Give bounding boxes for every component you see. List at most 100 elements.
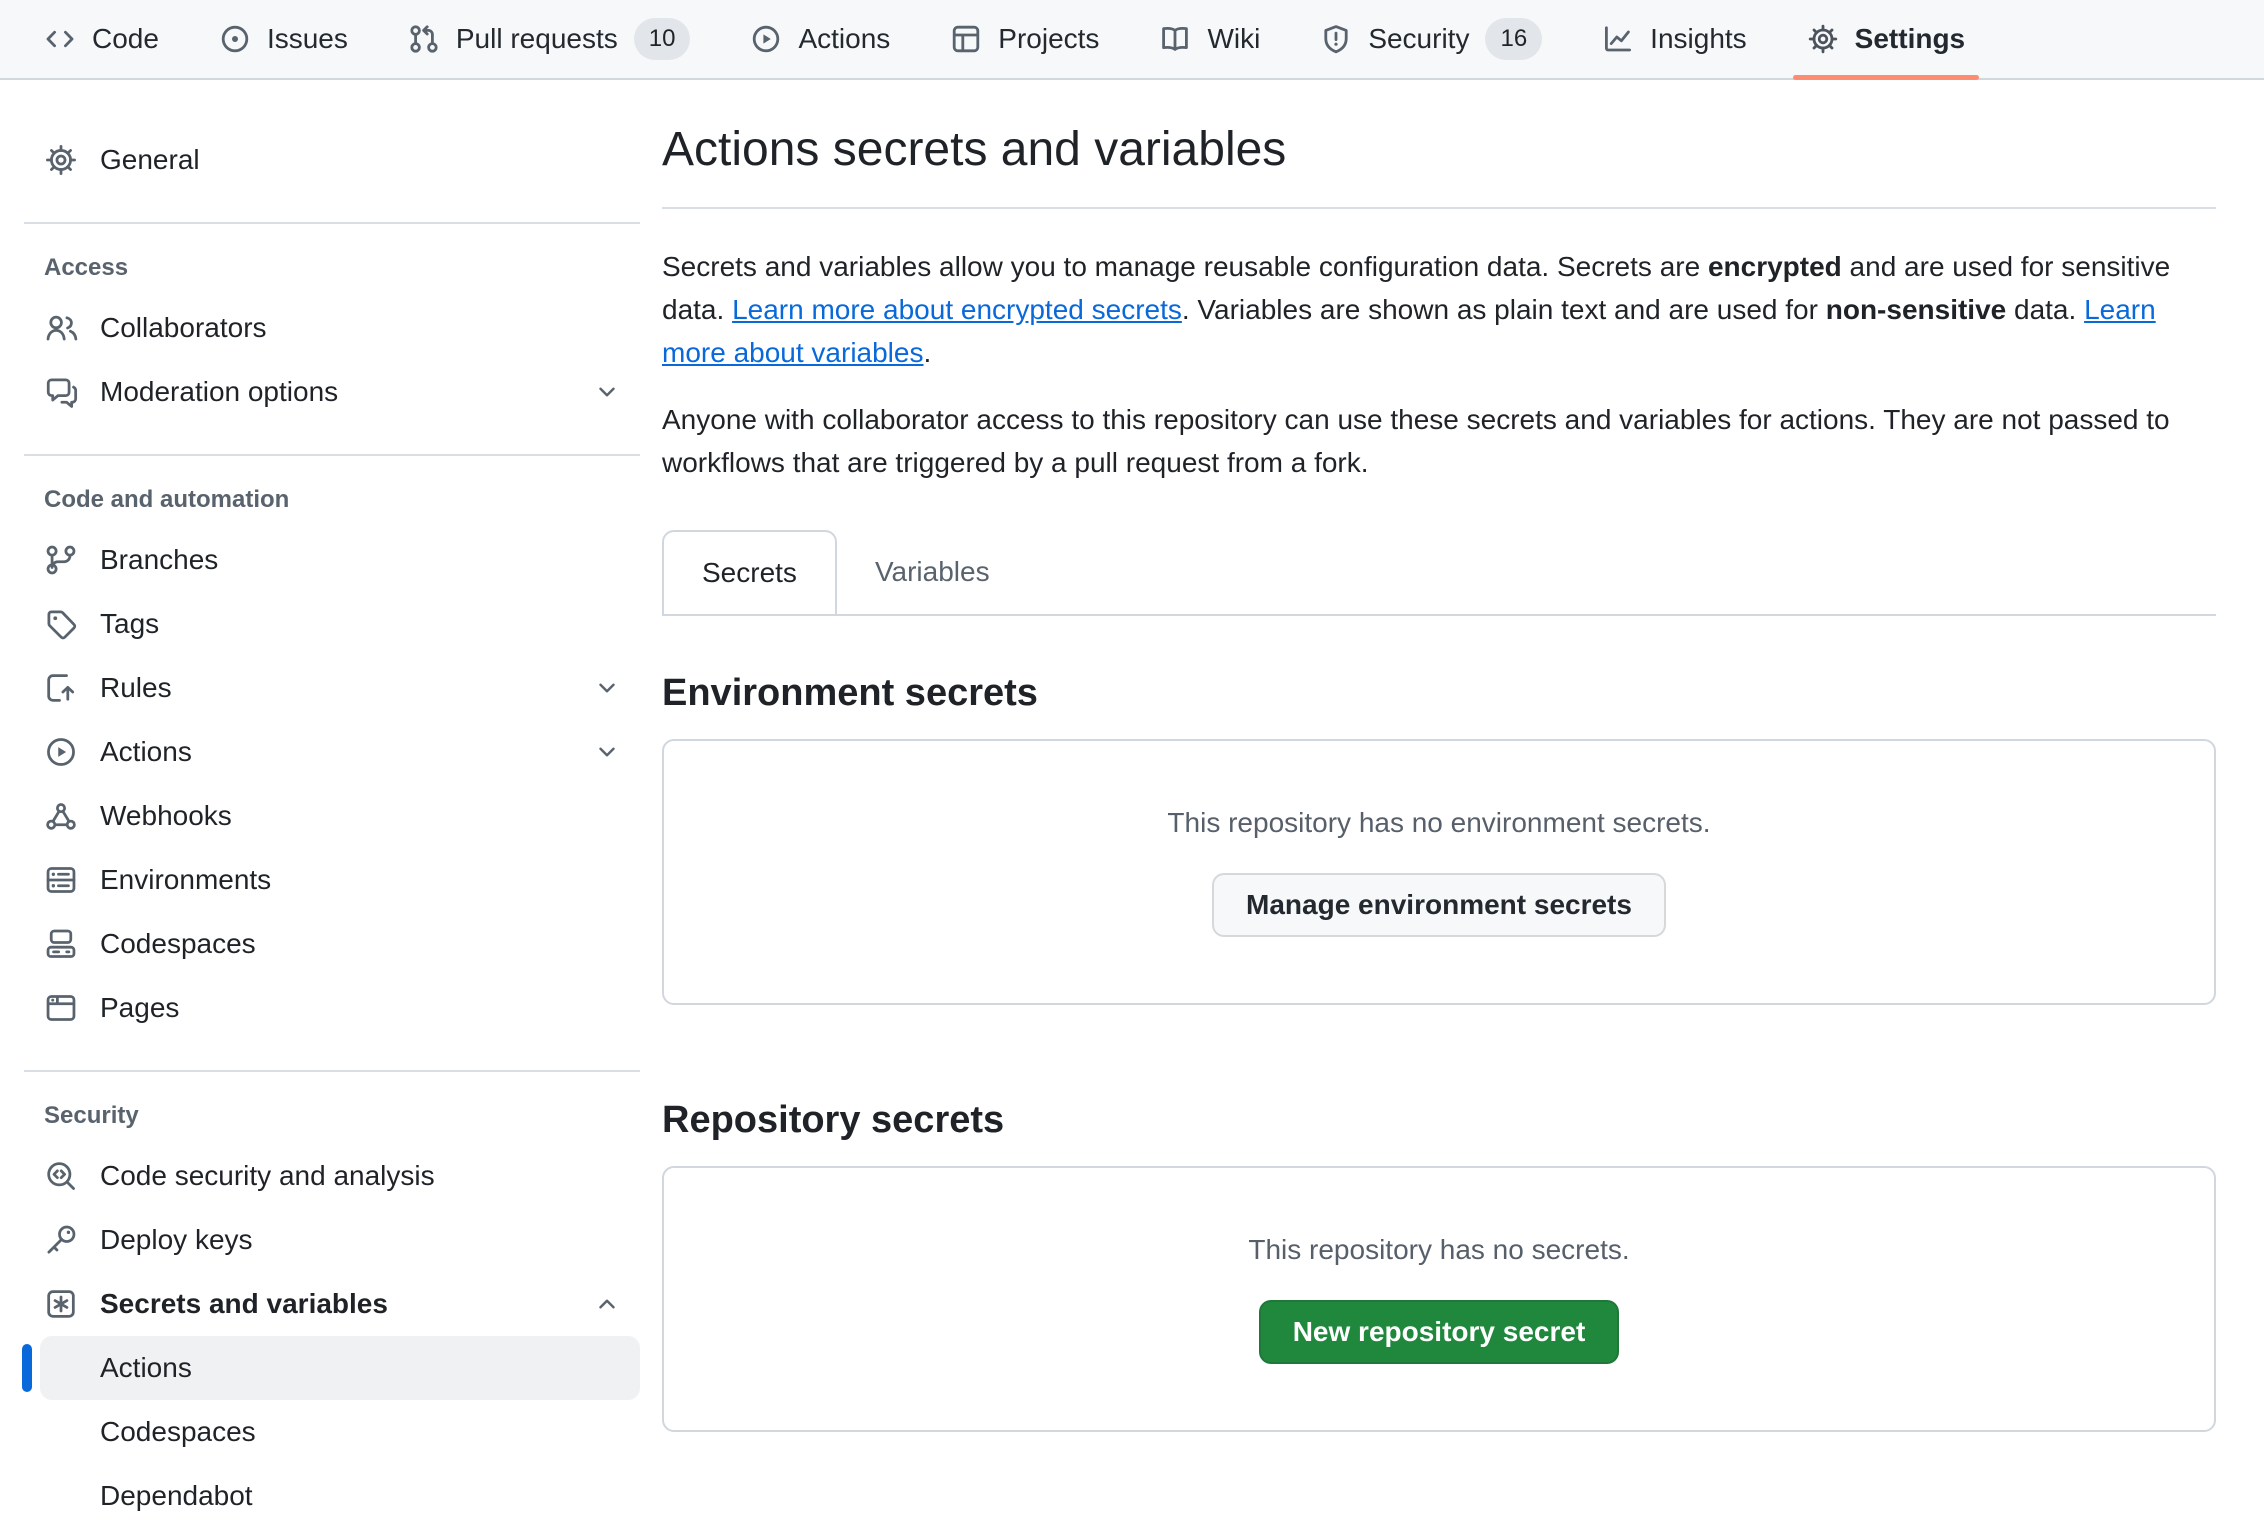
collaborator-paragraph: Anyone with collaborator access to this …	[662, 398, 2216, 484]
main-content: Actions secrets and variables Secrets an…	[662, 80, 2216, 1432]
repo-nav: Code Issues Pull requests 10 Actions Pro…	[0, 0, 2264, 80]
tab-security[interactable]: Security 16	[1296, 0, 1566, 78]
rules-icon	[44, 671, 78, 705]
tab-wiki[interactable]: Wiki	[1135, 0, 1284, 78]
chevron-down-icon	[594, 379, 620, 405]
sidebar-item-label: Branches	[100, 544, 218, 576]
sidebar-item-deploy-keys[interactable]: Deploy keys	[24, 1208, 640, 1272]
sidebar-section-code-and-automation: Code and automation	[24, 486, 640, 514]
gear-icon	[1807, 23, 1839, 55]
codescan-icon	[44, 1159, 78, 1193]
sidebar-item-codespaces[interactable]: Codespaces	[24, 912, 640, 976]
security-count-badge: 16	[1485, 18, 1542, 60]
sidebar-item-rules[interactable]: Rules	[24, 656, 640, 720]
tag-icon	[44, 607, 78, 641]
chevron-down-icon	[594, 739, 620, 765]
link-encrypted-secrets[interactable]: Learn more about encrypted secrets	[732, 294, 1182, 325]
repository-secrets-empty-text: This repository has no secrets.	[1248, 1234, 1629, 1266]
sidebar-item-pages[interactable]: Pages	[24, 976, 640, 1040]
tab-label: Projects	[998, 23, 1099, 55]
sidebar-item-code-security[interactable]: Code security and analysis	[24, 1144, 640, 1208]
environment-secrets-empty-text: This repository has no environment secre…	[1167, 807, 1710, 839]
tab-label: Insights	[1650, 23, 1747, 55]
sidebar-subitem-dependabot[interactable]: Dependabot	[40, 1464, 640, 1528]
new-repository-secret-button[interactable]: New repository secret	[1259, 1300, 1620, 1364]
code-icon	[44, 23, 76, 55]
tab-settings[interactable]: Settings	[1783, 0, 1989, 78]
tab-secrets[interactable]: Secrets	[662, 530, 837, 614]
intro-bold-encrypted: encrypted	[1708, 251, 1842, 282]
sidebar-item-label: Webhooks	[100, 800, 232, 832]
asterisk-box-icon	[44, 1287, 78, 1321]
sidebar-item-label: Pages	[100, 992, 179, 1024]
book-icon	[1159, 23, 1191, 55]
tab-pull-requests[interactable]: Pull requests 10	[384, 0, 715, 78]
play-circle-icon	[44, 735, 78, 769]
server-icon	[44, 863, 78, 897]
sidebar-item-label: Codespaces	[100, 928, 256, 960]
tab-label: Security	[1368, 23, 1469, 55]
settings-sidebar: General Access Collaborators Moderation …	[0, 80, 662, 1528]
sidebar-item-webhooks[interactable]: Webhooks	[24, 784, 640, 848]
page-title: Actions secrets and variables	[662, 122, 2216, 177]
intro-paragraph: Secrets and variables allow you to manag…	[662, 245, 2216, 374]
manage-environment-secrets-button[interactable]: Manage environment secrets	[1212, 873, 1666, 937]
divider	[662, 207, 2216, 209]
chevron-up-icon	[594, 1291, 620, 1317]
intro-text: .	[923, 337, 931, 368]
tab-actions[interactable]: Actions	[726, 0, 914, 78]
tab-label: Code	[92, 23, 159, 55]
intro-text: . Variables are shown as plain text and …	[1182, 294, 1826, 325]
sidebar-subitem-actions[interactable]: Actions	[40, 1336, 640, 1400]
sidebar-item-label: Actions	[100, 736, 192, 768]
sidebar-item-label: Tags	[100, 608, 159, 640]
tab-label: Wiki	[1207, 23, 1260, 55]
intro-text: Secrets and variables allow you to manag…	[662, 251, 1708, 282]
sidebar-subitem-codespaces[interactable]: Codespaces	[40, 1400, 640, 1464]
shield-icon	[1320, 23, 1352, 55]
sidebar-section-access: Access	[24, 254, 640, 282]
sidebar-item-label: Secrets and variables	[100, 1288, 388, 1320]
tab-label: Actions	[798, 23, 890, 55]
intro-bold-non-sensitive: non-sensitive	[1826, 294, 2006, 325]
divider	[24, 454, 640, 456]
repository-secrets-heading: Repository secrets	[662, 1099, 2216, 1142]
sidebar-item-secrets-and-variables[interactable]: Secrets and variables	[24, 1272, 640, 1336]
tab-projects[interactable]: Projects	[926, 0, 1123, 78]
tab-issues[interactable]: Issues	[195, 0, 372, 78]
table-icon	[950, 23, 982, 55]
sidebar-item-general[interactable]: General	[24, 128, 640, 192]
pull-requests-count-badge: 10	[634, 18, 691, 60]
sidebar-item-label: Code security and analysis	[100, 1160, 435, 1192]
codespaces-icon	[44, 927, 78, 961]
people-icon	[44, 311, 78, 345]
sidebar-item-environments[interactable]: Environments	[24, 848, 640, 912]
tab-label: Pull requests	[456, 23, 618, 55]
key-icon	[44, 1223, 78, 1257]
comment-discussion-icon	[44, 375, 78, 409]
browser-icon	[44, 991, 78, 1025]
chevron-down-icon	[594, 675, 620, 701]
tab-code[interactable]: Code	[20, 0, 183, 78]
sidebar-item-branches[interactable]: Branches	[24, 528, 640, 592]
sidebar-subitem-label: Codespaces	[100, 1416, 256, 1448]
gear-icon	[44, 143, 78, 177]
sidebar-item-collaborators[interactable]: Collaborators	[24, 296, 640, 360]
git-branch-icon	[44, 543, 78, 577]
tab-label: Issues	[267, 23, 348, 55]
sidebar-item-moderation-options[interactable]: Moderation options	[24, 360, 640, 424]
tab-insights[interactable]: Insights	[1578, 0, 1771, 78]
tab-variables[interactable]: Variables	[837, 530, 1028, 614]
sidebar-item-label: Environments	[100, 864, 271, 896]
sidebar-item-tags[interactable]: Tags	[24, 592, 640, 656]
play-circle-icon	[750, 23, 782, 55]
sidebar-subitem-label: Dependabot	[100, 1480, 253, 1512]
sidebar-item-label: Rules	[100, 672, 172, 704]
secrets-variables-tabnav: Secrets Variables	[662, 530, 2216, 616]
pull-request-icon	[408, 23, 440, 55]
sidebar-item-label: Collaborators	[100, 312, 267, 344]
sidebar-item-actions[interactable]: Actions	[24, 720, 640, 784]
sidebar-item-label: Moderation options	[100, 376, 338, 408]
divider	[24, 1070, 640, 1072]
tab-label: Settings	[1855, 23, 1965, 55]
